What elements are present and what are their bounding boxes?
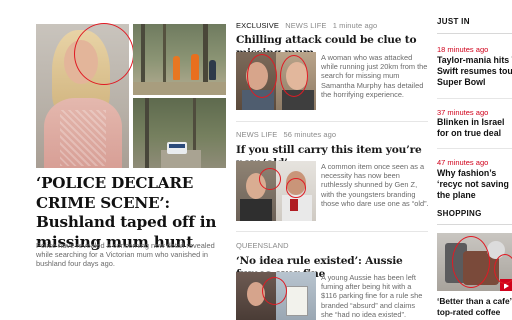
timestamp: 1 minute ago [332,21,378,30]
highlight-circle [247,54,277,98]
just-in-title[interactable]: Blinken in Israel for on true deal [437,117,512,139]
highlight-circle [259,168,281,190]
story-meta: EXCLUSIVE NEWS LIFE 1 minute ago [236,21,377,30]
divider [437,224,512,225]
divider [437,148,512,149]
timestamp: 18 minutes ago [437,45,489,54]
category-label[interactable]: QUEENSLAND [236,241,289,250]
divider [437,33,512,34]
divider [437,98,512,99]
just-in-heading: JUST IN [437,17,470,26]
divider [236,231,428,232]
shopping-heading: SHOPPING [437,209,482,218]
story-summary: A woman who was attacked while running j… [321,53,428,99]
story-meta: NEWS LIFE 56 minutes ago [236,130,336,139]
highlight-circle [452,236,490,288]
lead-photo-police[interactable] [133,24,226,95]
highlight-circle [262,277,287,305]
lead-standfirst: Police have revealed a concerning new de… [36,241,215,269]
highlight-circle [494,254,512,284]
exclusive-label: EXCLUSIVE [236,21,279,30]
category-label[interactable]: NEWS LIFE [236,130,277,139]
story-summary: A common item once seen as a necessity h… [321,162,429,208]
just-in-title[interactable]: Taylor-mania hits To Swift resumes tour … [437,55,512,87]
timestamp: 56 minutes ago [283,130,337,139]
shopping-title[interactable]: ‘Better than a cafe’: top-rated coffee m… [437,296,512,320]
timestamp: 37 minutes ago [437,108,489,117]
story-summary: A young Aussie has been left fuming afte… [321,273,423,319]
lead-photo-road[interactable] [133,98,226,168]
highlight-circle [74,23,134,85]
category-label[interactable]: NEWS LIFE [285,21,326,30]
timestamp: 47 minutes ago [437,158,489,167]
highlight-circle [286,178,306,198]
divider [236,121,428,122]
just-in-title[interactable]: Why fashion’s ‘recyc not saving the plan… [437,168,512,201]
highlight-circle [280,55,308,97]
